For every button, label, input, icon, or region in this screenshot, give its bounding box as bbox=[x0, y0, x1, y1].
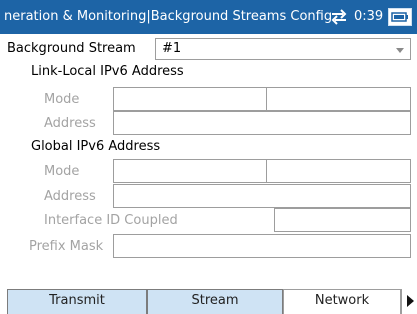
link-local-address-label: Address bbox=[44, 116, 96, 131]
battery-icon bbox=[388, 8, 412, 26]
clock-time: 0:39 bbox=[354, 9, 384, 24]
tab-stream[interactable]: Stream bbox=[147, 289, 283, 314]
prefix-mask-label: Prefix Mask bbox=[29, 239, 104, 254]
tab-stream-label: Stream bbox=[191, 293, 239, 308]
global-mode-label: Mode bbox=[44, 164, 80, 179]
link-local-mode-field[interactable] bbox=[113, 87, 267, 111]
link-local-heading: Link-Local IPv6 Address bbox=[31, 64, 184, 79]
background-stream-select[interactable]: #1 bbox=[155, 38, 411, 60]
sync-arrows-icon[interactable] bbox=[329, 7, 349, 27]
tab-network[interactable]: Network bbox=[283, 289, 401, 314]
tab-transmit[interactable]: Transmit bbox=[7, 289, 147, 314]
global-mode-value-field[interactable] bbox=[266, 159, 411, 183]
background-stream-value: #1 bbox=[162, 41, 182, 56]
chevron-down-icon bbox=[396, 48, 404, 53]
interface-id-coupled-field[interactable] bbox=[274, 208, 411, 232]
tab-scroll-right-icon[interactable] bbox=[401, 289, 417, 314]
title-bar: neration & Monitoring|Background Streams… bbox=[0, 0, 417, 34]
link-local-mode-label: Mode bbox=[44, 92, 80, 107]
global-heading: Global IPv6 Address bbox=[31, 139, 161, 154]
tab-transmit-label: Transmit bbox=[49, 293, 105, 308]
global-mode-field[interactable] bbox=[113, 159, 267, 183]
link-local-address-field[interactable] bbox=[113, 111, 411, 135]
tab-network-label: Network bbox=[314, 293, 370, 308]
background-stream-label: Background Stream bbox=[7, 41, 136, 56]
global-address-label: Address bbox=[44, 189, 96, 204]
global-address-field[interactable] bbox=[113, 184, 411, 208]
link-local-mode-value-field[interactable] bbox=[266, 87, 411, 111]
prefix-mask-field[interactable] bbox=[113, 234, 411, 258]
interface-id-coupled-label: Interface ID Coupled bbox=[44, 213, 178, 228]
window-title: neration & Monitoring|Background Streams… bbox=[4, 9, 333, 24]
